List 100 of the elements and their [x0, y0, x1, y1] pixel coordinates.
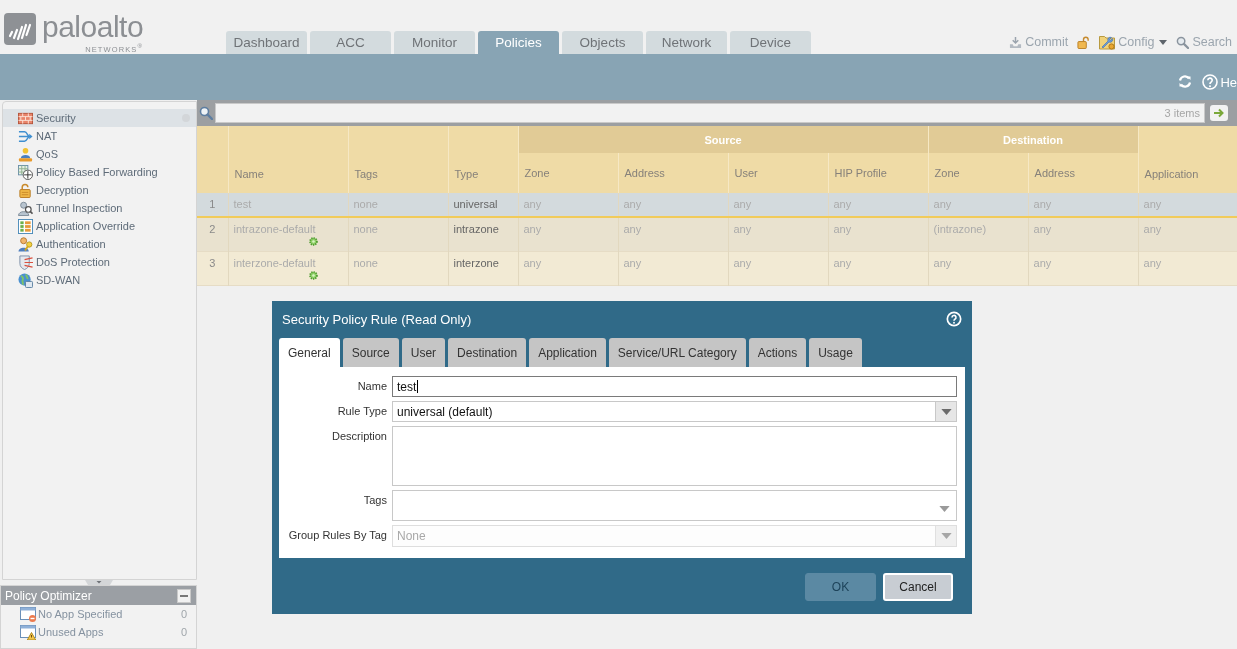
- optimizer-item[interactable]: No App Specified 0: [1, 605, 196, 623]
- sidebar-item[interactable]: Decryption: [3, 181, 196, 199]
- search-button[interactable]: Search: [1176, 35, 1232, 49]
- column-header[interactable]: Zone: [928, 153, 1029, 193]
- table-cell: any: [523, 257, 542, 270]
- column-group-header: Source: [518, 126, 929, 153]
- table-cell: intrazone: [453, 223, 499, 236]
- item-count: 0: [180, 608, 187, 620]
- column-header[interactable]: Address: [1028, 153, 1139, 193]
- table-cell: any: [733, 223, 752, 236]
- window-warning-icon: [20, 624, 36, 640]
- table-row[interactable]: 3 interzone-default none interzone any any any any any any any: [197, 251, 1237, 286]
- sidebar-item[interactable]: Tunnel Inspection: [3, 199, 196, 217]
- sidebar-item[interactable]: DoS Protection: [3, 253, 196, 271]
- column-header[interactable]: User: [728, 153, 828, 193]
- help-icon[interactable]: [946, 311, 962, 327]
- sidebar-item[interactable]: NAT: [3, 127, 196, 145]
- tags-field[interactable]: [392, 490, 957, 521]
- column-header[interactable]: Application: [1138, 126, 1237, 193]
- dialog-tab[interactable]: Application: [529, 338, 606, 367]
- search-icon: [199, 106, 213, 120]
- sidebar-item[interactable]: Policy Based Forwarding: [3, 163, 196, 181]
- cancel-button[interactable]: Cancel: [883, 573, 953, 601]
- item-count: 0: [180, 626, 187, 638]
- table-cell: none: [353, 223, 378, 236]
- table-cell: any: [623, 257, 642, 270]
- dialog-tab[interactable]: General: [279, 338, 340, 367]
- table-row[interactable]: 2 intrazone-default none intrazone any any any any (intrazone) any any: [197, 217, 1237, 252]
- filter-field[interactable]: 3 items: [215, 103, 1205, 123]
- text-cursor-icon: [417, 380, 419, 393]
- optimizer-item[interactable]: Unused Apps 0: [1, 623, 196, 641]
- table-cell: any: [833, 257, 852, 270]
- column-header[interactable]: Type: [448, 126, 518, 193]
- download-tray-icon: [1009, 35, 1023, 49]
- refresh-icon[interactable]: [1178, 75, 1193, 88]
- padlock-icon[interactable]: [1077, 35, 1091, 49]
- row-number: 1: [209, 198, 216, 210]
- field-label: Name: [357, 380, 387, 393]
- sidebar-item[interactable]: SD-WAN: [3, 271, 196, 289]
- sidebar-item[interactable]: Security: [3, 109, 196, 127]
- field-label: Tags: [363, 494, 387, 507]
- sidebar-item[interactable]: QoS: [3, 145, 196, 163]
- help-button[interactable]: He: [1202, 74, 1237, 90]
- table-cell: intrazone-default: [233, 223, 316, 236]
- table-cell: any: [1033, 257, 1052, 270]
- dialog-tab[interactable]: User: [401, 338, 446, 367]
- column-header[interactable]: Zone: [518, 153, 618, 193]
- nav-tab[interactable]: Network: [646, 31, 727, 54]
- collapse-button[interactable]: [177, 588, 191, 603]
- column-header[interactable]: HIP Profile: [828, 153, 929, 193]
- column-header[interactable]: Name: [228, 126, 348, 193]
- shield-icon: [18, 254, 33, 270]
- minus-icon: [180, 594, 188, 597]
- config-menu[interactable]: Config: [1099, 34, 1168, 50]
- nav-tab[interactable]: Policies: [478, 31, 559, 54]
- panel-title: Policy Optimizer: [5, 588, 92, 603]
- nav-tab[interactable]: Device: [730, 31, 811, 54]
- person-icon: [18, 146, 33, 162]
- table-cell: interzone-default: [233, 257, 316, 270]
- item-count: 3 items: [1164, 107, 1200, 119]
- logo-wordmark: paloalto: [42, 12, 144, 42]
- table-cell: any: [733, 257, 752, 270]
- column-header[interactable]: Tags: [348, 126, 448, 193]
- dropdown[interactable]: universal (default): [392, 401, 957, 422]
- brick-wall-icon: [18, 110, 33, 126]
- nav-tab[interactable]: Monitor: [394, 31, 475, 54]
- row-number: 3: [209, 257, 216, 269]
- column-group-header: Destination: [928, 126, 1139, 153]
- apply-filter-button[interactable]: [1210, 105, 1228, 121]
- table-cell: any: [1033, 223, 1052, 236]
- dialog-tab[interactable]: Service/URL Category: [608, 338, 746, 367]
- nav-tab[interactable]: Dashboard: [226, 31, 307, 54]
- sidebar-item[interactable]: Application Override: [3, 217, 196, 235]
- row-number: 2: [209, 223, 216, 235]
- nav-tab[interactable]: Objects: [562, 31, 643, 54]
- dialog-title: Security Policy Rule (Read Only): [282, 311, 472, 327]
- globe-icon: [18, 272, 33, 288]
- logo-icon: [4, 13, 36, 45]
- table-cell: any: [833, 223, 852, 236]
- column-header[interactable]: Address: [618, 153, 728, 193]
- caret-icon: [940, 533, 952, 539]
- padlock-icon: [18, 182, 33, 198]
- grid-icon: [18, 218, 33, 234]
- dialog-tab[interactable]: Actions: [748, 338, 807, 367]
- text-area[interactable]: [392, 426, 957, 486]
- sidebar-item[interactable]: Authentication: [3, 235, 196, 253]
- table-cell: universal: [453, 198, 498, 211]
- dialog-tab[interactable]: Source: [342, 338, 399, 367]
- splitter-handle-icon[interactable]: [84, 580, 113, 585]
- help-icon: [1202, 74, 1219, 90]
- caret-icon: [1159, 39, 1168, 45]
- table-cell: interzone: [453, 257, 499, 270]
- arrow-right-icon: [1213, 108, 1225, 118]
- text-field[interactable]: test: [392, 376, 957, 397]
- user-key-icon: [18, 236, 33, 252]
- dialog-tab[interactable]: Destination: [448, 338, 527, 367]
- nav-tab[interactable]: ACC: [310, 31, 391, 54]
- arrows-icon: [18, 128, 33, 144]
- dialog-tab[interactable]: Usage: [809, 338, 862, 367]
- commit-button[interactable]: Commit: [1009, 35, 1069, 49]
